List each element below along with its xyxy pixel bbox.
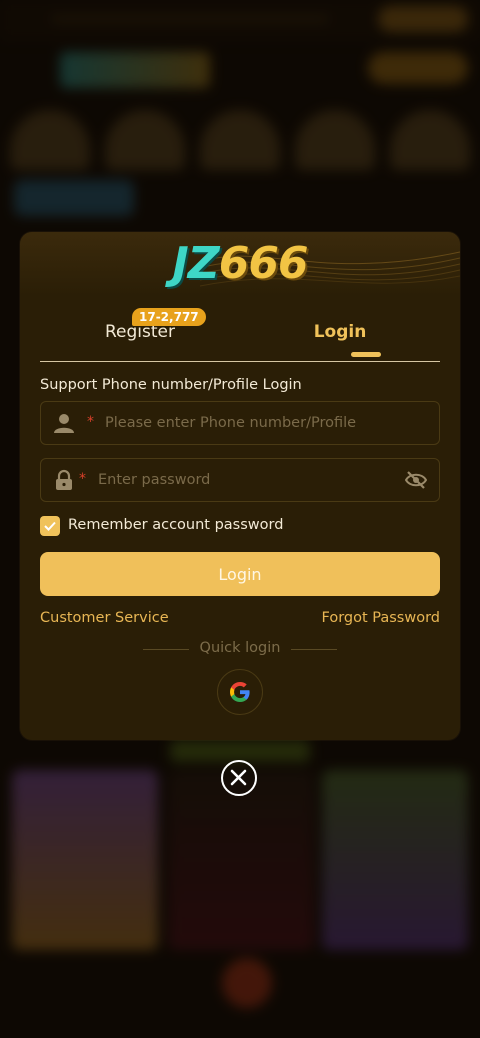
auth-tabs: Register 17-2,777 Login xyxy=(40,304,440,362)
password-required-mark: * xyxy=(79,471,86,487)
eye-off-icon[interactable] xyxy=(405,470,427,490)
customer-service-link[interactable]: Customer Service xyxy=(40,610,169,626)
tab-login[interactable]: Login xyxy=(240,304,440,360)
modal-header: JZ666 xyxy=(20,232,460,296)
close-modal-button[interactable] xyxy=(221,760,257,796)
quick-login-divider: Quick login xyxy=(20,640,460,660)
tab-register[interactable]: Register 17-2,777 xyxy=(40,304,240,360)
password-field[interactable]: * xyxy=(40,458,440,502)
phone-field[interactable]: * xyxy=(40,401,440,445)
login-button[interactable]: Login xyxy=(40,552,440,596)
check-icon xyxy=(44,521,56,531)
quick-login-label: Quick login xyxy=(199,640,281,656)
lock-icon xyxy=(56,469,72,490)
register-bonus-badge: 17-2,777 xyxy=(132,308,206,326)
brand-logo-text-666: 666 xyxy=(218,238,309,289)
password-input[interactable] xyxy=(96,459,400,501)
google-login-button[interactable] xyxy=(217,669,263,715)
forgot-password-link[interactable]: Forgot Password xyxy=(322,610,441,626)
remember-label: Remember account password xyxy=(68,517,284,533)
brand-logo: JZ666 xyxy=(20,238,460,290)
phone-input[interactable] xyxy=(103,402,427,444)
tab-login-label: Login xyxy=(313,322,367,342)
tabs-divider xyxy=(40,361,440,362)
user-icon xyxy=(54,414,74,433)
google-icon xyxy=(230,682,250,702)
remember-checkbox[interactable] xyxy=(40,516,60,536)
divider-line-right xyxy=(291,649,337,650)
active-tab-indicator xyxy=(351,352,381,357)
brand-logo-text-jz: JZ xyxy=(172,238,219,289)
close-icon xyxy=(230,769,247,786)
login-method-label: Support Phone number/Profile Login xyxy=(40,377,302,393)
phone-required-mark: * xyxy=(87,414,94,430)
login-modal: JZ666 Register 17-2,777 Login Support Ph… xyxy=(20,232,460,740)
